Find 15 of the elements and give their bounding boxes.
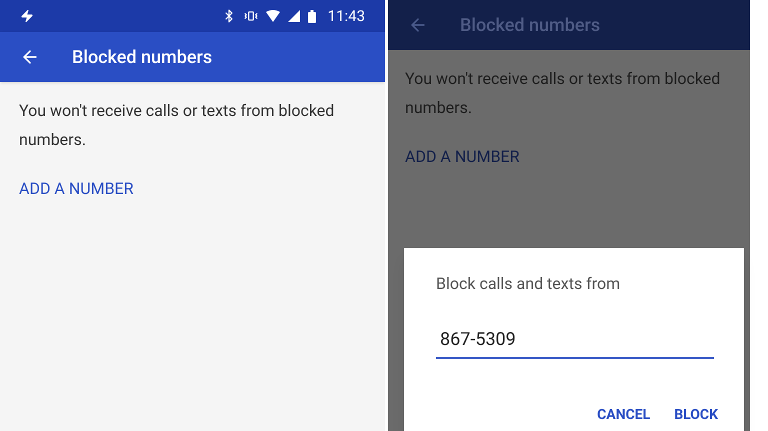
vibrate-icon — [244, 9, 258, 23]
status-time: 11:43 — [328, 6, 365, 27]
wifi-icon — [266, 10, 280, 22]
dialog-title: Block calls and texts from — [436, 273, 622, 295]
info-text: You won't receive calls or texts from blocked numbers. — [404, 68, 722, 119]
toolbar-title: Blocked numbers — [460, 14, 600, 38]
dialog-button[interactable]: CANCEL — [589, 405, 658, 426]
dialog-button[interactable]: BLOCK — [666, 405, 726, 426]
info-text: You won't receive calls or texts from blocked numbers. — [18, 100, 336, 151]
signal-icon — [288, 10, 300, 22]
toolbar-title: Blocked numbers — [72, 46, 212, 70]
phone-number-field[interactable]: 867-5309 — [436, 326, 714, 359]
add-number-link[interactable]: ADD A NUMBER — [19, 177, 134, 201]
battery-icon — [308, 10, 316, 22]
flash-icon — [20, 9, 34, 23]
